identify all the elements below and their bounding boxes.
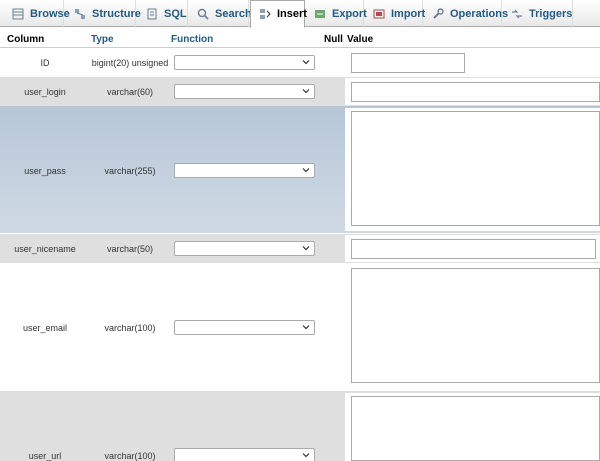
table-row: user_email varchar(100) [0,263,600,391]
column-type: varchar(100) [104,323,156,333]
chevron-down-icon [302,325,310,330]
value-input[interactable] [351,53,465,73]
value-input[interactable] [351,239,596,259]
column-type: varchar(255) [104,166,156,176]
operations-icon [432,7,444,20]
export-icon [314,8,326,20]
tab-bar: Browse Structure SQL Search Insert Expor… [0,0,600,28]
tab-structure[interactable]: Structure [66,0,141,27]
triggers-icon [511,8,523,20]
column-name: user_email [22,323,68,333]
tab-triggers[interactable]: Triggers [503,0,573,27]
table-row: user_nicename varchar(50) [0,234,600,263]
tab-label: Triggers [529,7,573,20]
table-row: user_url varchar(100) [0,391,600,461]
header-column: Column [7,34,45,45]
tab-label: Browse [30,7,70,20]
structure-icon [74,8,86,20]
function-select[interactable] [174,163,315,178]
insert-icon [259,8,271,20]
tab-insert[interactable]: Insert [250,0,307,28]
header-value: Value [347,34,374,45]
function-select[interactable] [174,84,315,99]
value-input[interactable] [351,82,600,102]
column-type: varchar(60) [106,87,153,97]
value-textarea[interactable] [351,111,600,226]
header-function: Function [171,34,214,45]
chevron-down-icon [302,453,310,458]
function-select[interactable] [174,448,315,461]
table-row: user_login varchar(60) [0,77,600,106]
column-name: user_login [24,87,66,97]
table-header: Column Type Function Null Value [0,33,600,48]
tab-search[interactable]: Search [189,0,252,27]
tab-label: Structure [92,7,141,20]
tab-label: Operations [450,7,509,20]
tab-export[interactable]: Export [306,0,367,27]
column-name: user_pass [24,166,66,176]
table-row: user_pass varchar(255) [0,106,600,233]
value-textarea[interactable] [351,396,600,461]
chevron-down-icon [302,246,310,251]
search-icon [197,8,209,20]
tab-label: Insert [277,8,307,20]
function-select[interactable] [174,55,315,70]
function-select[interactable] [174,320,315,335]
tab-browse[interactable]: Browse [4,0,70,27]
column-type: bigint(20) unsigned [91,58,169,68]
sql-icon [146,8,158,20]
tab-label: Search [215,7,252,20]
tab-label: SQL [164,7,187,20]
column-name: user_url [28,451,62,461]
function-select[interactable] [174,241,315,256]
chevron-down-icon [302,60,310,65]
import-icon [373,8,385,20]
browse-icon [12,8,24,20]
tab-operations[interactable]: Operations [424,0,508,27]
header-type: Type [91,34,114,45]
column-type: varchar(100) [104,451,156,461]
tab-label: Import [391,7,426,20]
tab-sql[interactable]: SQL [138,0,188,27]
header-null: Null [324,34,343,45]
table-row: ID bigint(20) unsigned [0,49,600,77]
column-name: user_nicename [14,244,76,254]
tab-label: Export [332,7,367,20]
column-name: ID [40,58,50,68]
chevron-down-icon [302,89,310,94]
value-textarea[interactable] [351,268,600,383]
column-type: varchar(50) [106,244,153,254]
chevron-down-icon [302,168,310,173]
tab-import[interactable]: Import [365,0,426,27]
